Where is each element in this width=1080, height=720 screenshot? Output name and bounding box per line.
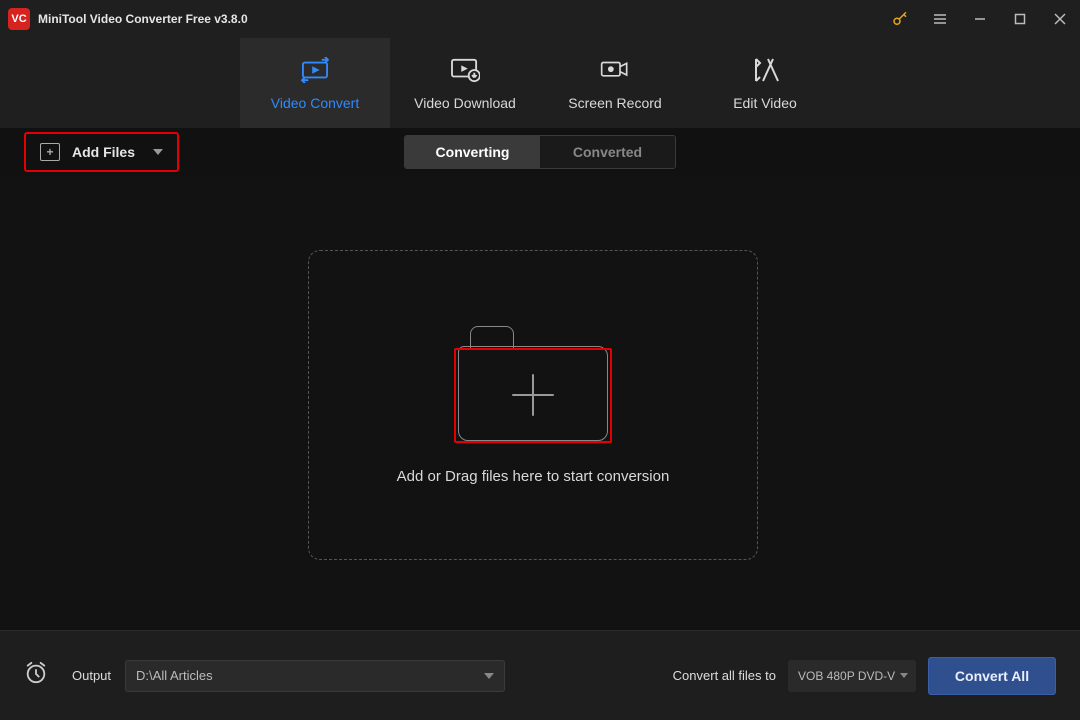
tab-converting-label: Converting	[436, 144, 510, 160]
window-title: MiniTool Video Converter Free v3.8.0	[38, 12, 248, 26]
dropdown-caret-icon	[153, 149, 163, 155]
screen-record-icon	[600, 55, 630, 85]
tab-converted-label: Converted	[573, 144, 642, 160]
tab-screen-record[interactable]: Screen Record	[540, 38, 690, 128]
titlebar: VC MiniTool Video Converter Free v3.8.0	[0, 0, 1080, 38]
close-button[interactable]	[1040, 0, 1080, 38]
chevron-down-icon	[484, 673, 494, 679]
add-files-button[interactable]: + Add Files	[24, 132, 179, 172]
file-dropzone[interactable]: Add or Drag files here to start conversi…	[308, 250, 758, 560]
tab-label: Video Download	[414, 95, 516, 111]
schedule-icon[interactable]	[24, 661, 48, 690]
add-file-icon: +	[40, 143, 60, 161]
license-key-icon[interactable]	[880, 0, 920, 38]
tab-label: Edit Video	[733, 95, 797, 111]
tab-video-download[interactable]: Video Download	[390, 38, 540, 128]
tab-label: Screen Record	[568, 95, 661, 111]
convert-all-button-label: Convert All	[955, 668, 1029, 684]
bottom-bar: Output D:\All Articles Convert all files…	[0, 630, 1080, 720]
conversion-state-tabs: Converting Converted	[404, 135, 676, 169]
dropzone-text: Add or Drag files here to start conversi…	[397, 468, 670, 485]
convert-all-button[interactable]: Convert All	[928, 657, 1056, 695]
app-logo-icon: VC	[8, 8, 30, 30]
tab-video-convert[interactable]: Video Convert	[240, 38, 390, 128]
chevron-down-icon	[900, 673, 908, 678]
convert-all-label: Convert all files to	[673, 668, 776, 683]
output-format-select[interactable]: VOB 480P DVD-V	[788, 660, 916, 692]
hamburger-menu-icon[interactable]	[920, 0, 960, 38]
tab-label: Video Convert	[271, 95, 359, 111]
maximize-button[interactable]	[1000, 0, 1040, 38]
add-overlay-highlight	[454, 348, 612, 443]
add-files-label: Add Files	[72, 144, 135, 160]
video-download-icon	[450, 55, 480, 85]
bottom-right-group: Convert all files to VOB 480P DVD-V Conv…	[673, 657, 1056, 695]
main-tabs: Video Convert Video Download Screen Reco…	[0, 38, 1080, 128]
folder-icon	[458, 326, 608, 446]
output-label: Output	[72, 668, 111, 683]
output-path-select[interactable]: D:\All Articles	[125, 660, 505, 692]
main-canvas: Add or Drag files here to start conversi…	[0, 176, 1080, 630]
titlebar-controls	[880, 0, 1080, 38]
output-path-value: D:\All Articles	[136, 668, 213, 683]
video-convert-icon	[300, 55, 330, 85]
tab-converting[interactable]: Converting	[405, 136, 540, 168]
minimize-button[interactable]	[960, 0, 1000, 38]
tab-converted[interactable]: Converted	[540, 136, 675, 168]
edit-video-icon	[750, 55, 780, 85]
toolbar: + Add Files Converting Converted	[0, 128, 1080, 176]
tab-edit-video[interactable]: Edit Video	[690, 38, 840, 128]
output-format-value: VOB 480P DVD-V	[798, 669, 895, 683]
